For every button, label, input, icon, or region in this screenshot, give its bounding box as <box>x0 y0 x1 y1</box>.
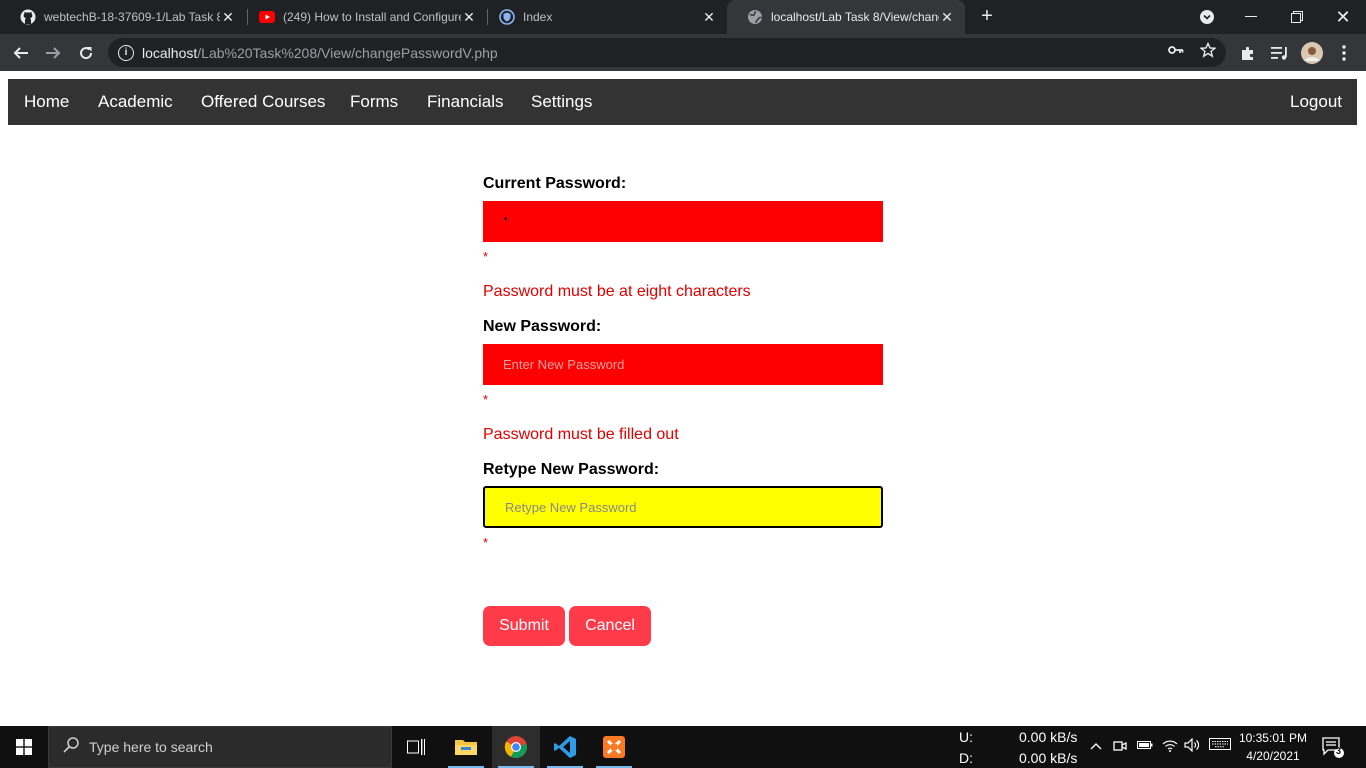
close-tab-icon[interactable]: ✕ <box>701 9 717 25</box>
youtube-icon <box>259 9 275 25</box>
close-tab-icon[interactable]: ✕ <box>461 9 477 25</box>
retype-password-label: Retype New Password: <box>483 461 660 478</box>
tab-title: webtechB-18-37609-1/Lab Task 8 <box>44 10 220 24</box>
taskbar-clock[interactable]: 10:35:01 PM 4/20/2021 <box>1239 729 1307 765</box>
back-icon[interactable] <box>8 40 34 66</box>
meet-now-icon[interactable] <box>1113 738 1127 757</box>
profile-avatar[interactable] <box>1299 40 1325 66</box>
nav-logout[interactable]: Logout <box>1290 79 1342 125</box>
browser-tab[interactable]: (249) How to Install and Configure ✕ <box>239 0 487 34</box>
forward-icon[interactable] <box>40 40 66 66</box>
close-tab-icon[interactable]: ✕ <box>939 9 955 25</box>
web-page: Home Academic Offered Courses Forms Fina… <box>0 71 1366 726</box>
download-label: D: <box>959 750 973 766</box>
browser-tab[interactable]: Index ✕ <box>479 0 727 34</box>
show-hidden-icons-icon[interactable] <box>1090 738 1102 753</box>
nav-financials[interactable]: Financials <box>427 79 504 125</box>
url-text: localhost/Lab%20Task%208/View/changePass… <box>142 44 498 61</box>
notification-count-badge: 3 <box>1336 746 1342 756</box>
nav-offered-courses[interactable]: Offered Courses <box>201 79 325 125</box>
new-tab-icon[interactable]: + <box>976 6 998 28</box>
nav-forms[interactable]: Forms <box>350 79 398 125</box>
browser-tab-active[interactable]: localhost/Lab Task 8/View/changePassword… <box>727 0 965 34</box>
browser-tab-strip: webtechB-18-37609-1/Lab Task 8 ✕ (249) H… <box>0 0 1366 34</box>
globe-icon <box>747 9 763 25</box>
cancel-button[interactable]: Cancel <box>569 606 651 646</box>
volume-icon[interactable] <box>1184 737 1202 755</box>
keyboard-icon[interactable] <box>1209 738 1231 753</box>
current-password-value: • <box>504 214 508 225</box>
windows-taskbar: Type here to search U: D: 0.00 kB/s 0.00… <box>0 726 1366 768</box>
bookmark-star-icon[interactable] <box>1198 40 1218 60</box>
upload-rate: 0.00 kB/s <box>1019 729 1078 745</box>
download-rate: 0.00 kB/s <box>1019 750 1078 766</box>
vscode-icon[interactable] <box>541 726 589 768</box>
chrome-taskbar-icon[interactable] <box>492 726 540 768</box>
battery-icon[interactable] <box>1137 738 1153 753</box>
wifi-icon[interactable] <box>1162 738 1178 755</box>
restore-icon[interactable] <box>1274 0 1320 34</box>
current-password-label: Current Password: <box>483 175 627 192</box>
chrome-menu-icon[interactable] <box>1331 40 1357 66</box>
retype-password-required-mark: * <box>483 535 489 550</box>
clock-time: 10:35:01 PM <box>1238 731 1307 745</box>
media-queue-icon[interactable] <box>1267 40 1293 66</box>
current-password-error: Password must be at eight characters <box>483 283 751 300</box>
current-password-input[interactable] <box>483 201 883 242</box>
search-placeholder: Type here to search <box>89 739 213 755</box>
new-password-required-mark: * <box>483 392 489 407</box>
new-password-input[interactable] <box>483 344 883 385</box>
extensions-icon[interactable] <box>1235 40 1261 66</box>
retype-password-input[interactable] <box>483 486 883 528</box>
address-bar[interactable]: i localhost/Lab%20Task%208/View/changePa… <box>108 38 1226 67</box>
new-password-label: New Password: <box>483 318 602 335</box>
notifications-icon[interactable]: 3 <box>1322 736 1344 761</box>
profile-menu-icon[interactable] <box>1184 0 1230 34</box>
current-password-required-mark: * <box>483 249 489 264</box>
submit-button[interactable]: Submit <box>483 606 565 646</box>
close-tab-icon[interactable]: ✕ <box>220 9 236 25</box>
nav-academic[interactable]: Academic <box>98 79 173 125</box>
github-icon <box>20 9 36 25</box>
tab-title: Index <box>523 10 553 24</box>
nav-home[interactable]: Home <box>24 79 69 125</box>
upload-label: U: <box>959 729 973 745</box>
tab-title: (249) How to Install and Configure <box>283 10 461 24</box>
search-icon <box>63 736 79 758</box>
reload-icon[interactable] <box>73 40 99 66</box>
windows-start-icon[interactable] <box>0 726 48 768</box>
new-password-error: Password must be filled out <box>483 426 679 443</box>
nav-settings[interactable]: Settings <box>531 79 592 125</box>
minimize-icon[interactable] <box>1228 0 1274 34</box>
close-window-icon[interactable]: ✕ <box>1320 0 1366 34</box>
site-info-icon[interactable]: i <box>118 44 134 61</box>
key-icon[interactable] <box>1166 40 1186 60</box>
top-navbar: Home Academic Offered Courses Forms Fina… <box>8 79 1357 125</box>
clock-date: 4/20/2021 <box>1246 749 1300 763</box>
browser-toolbar: i localhost/Lab%20Task%208/View/changePa… <box>0 34 1366 71</box>
tab-title: localhost/Lab Task 8/View/changePassword… <box>771 10 939 24</box>
globe-shield-icon <box>499 9 515 25</box>
task-view-icon[interactable] <box>392 726 440 768</box>
xampp-icon[interactable] <box>590 726 638 768</box>
browser-tab[interactable]: webtechB-18-37609-1/Lab Task 8 ✕ <box>0 0 246 34</box>
file-explorer-icon[interactable] <box>442 726 490 768</box>
taskbar-search-box[interactable]: Type here to search <box>48 726 392 768</box>
